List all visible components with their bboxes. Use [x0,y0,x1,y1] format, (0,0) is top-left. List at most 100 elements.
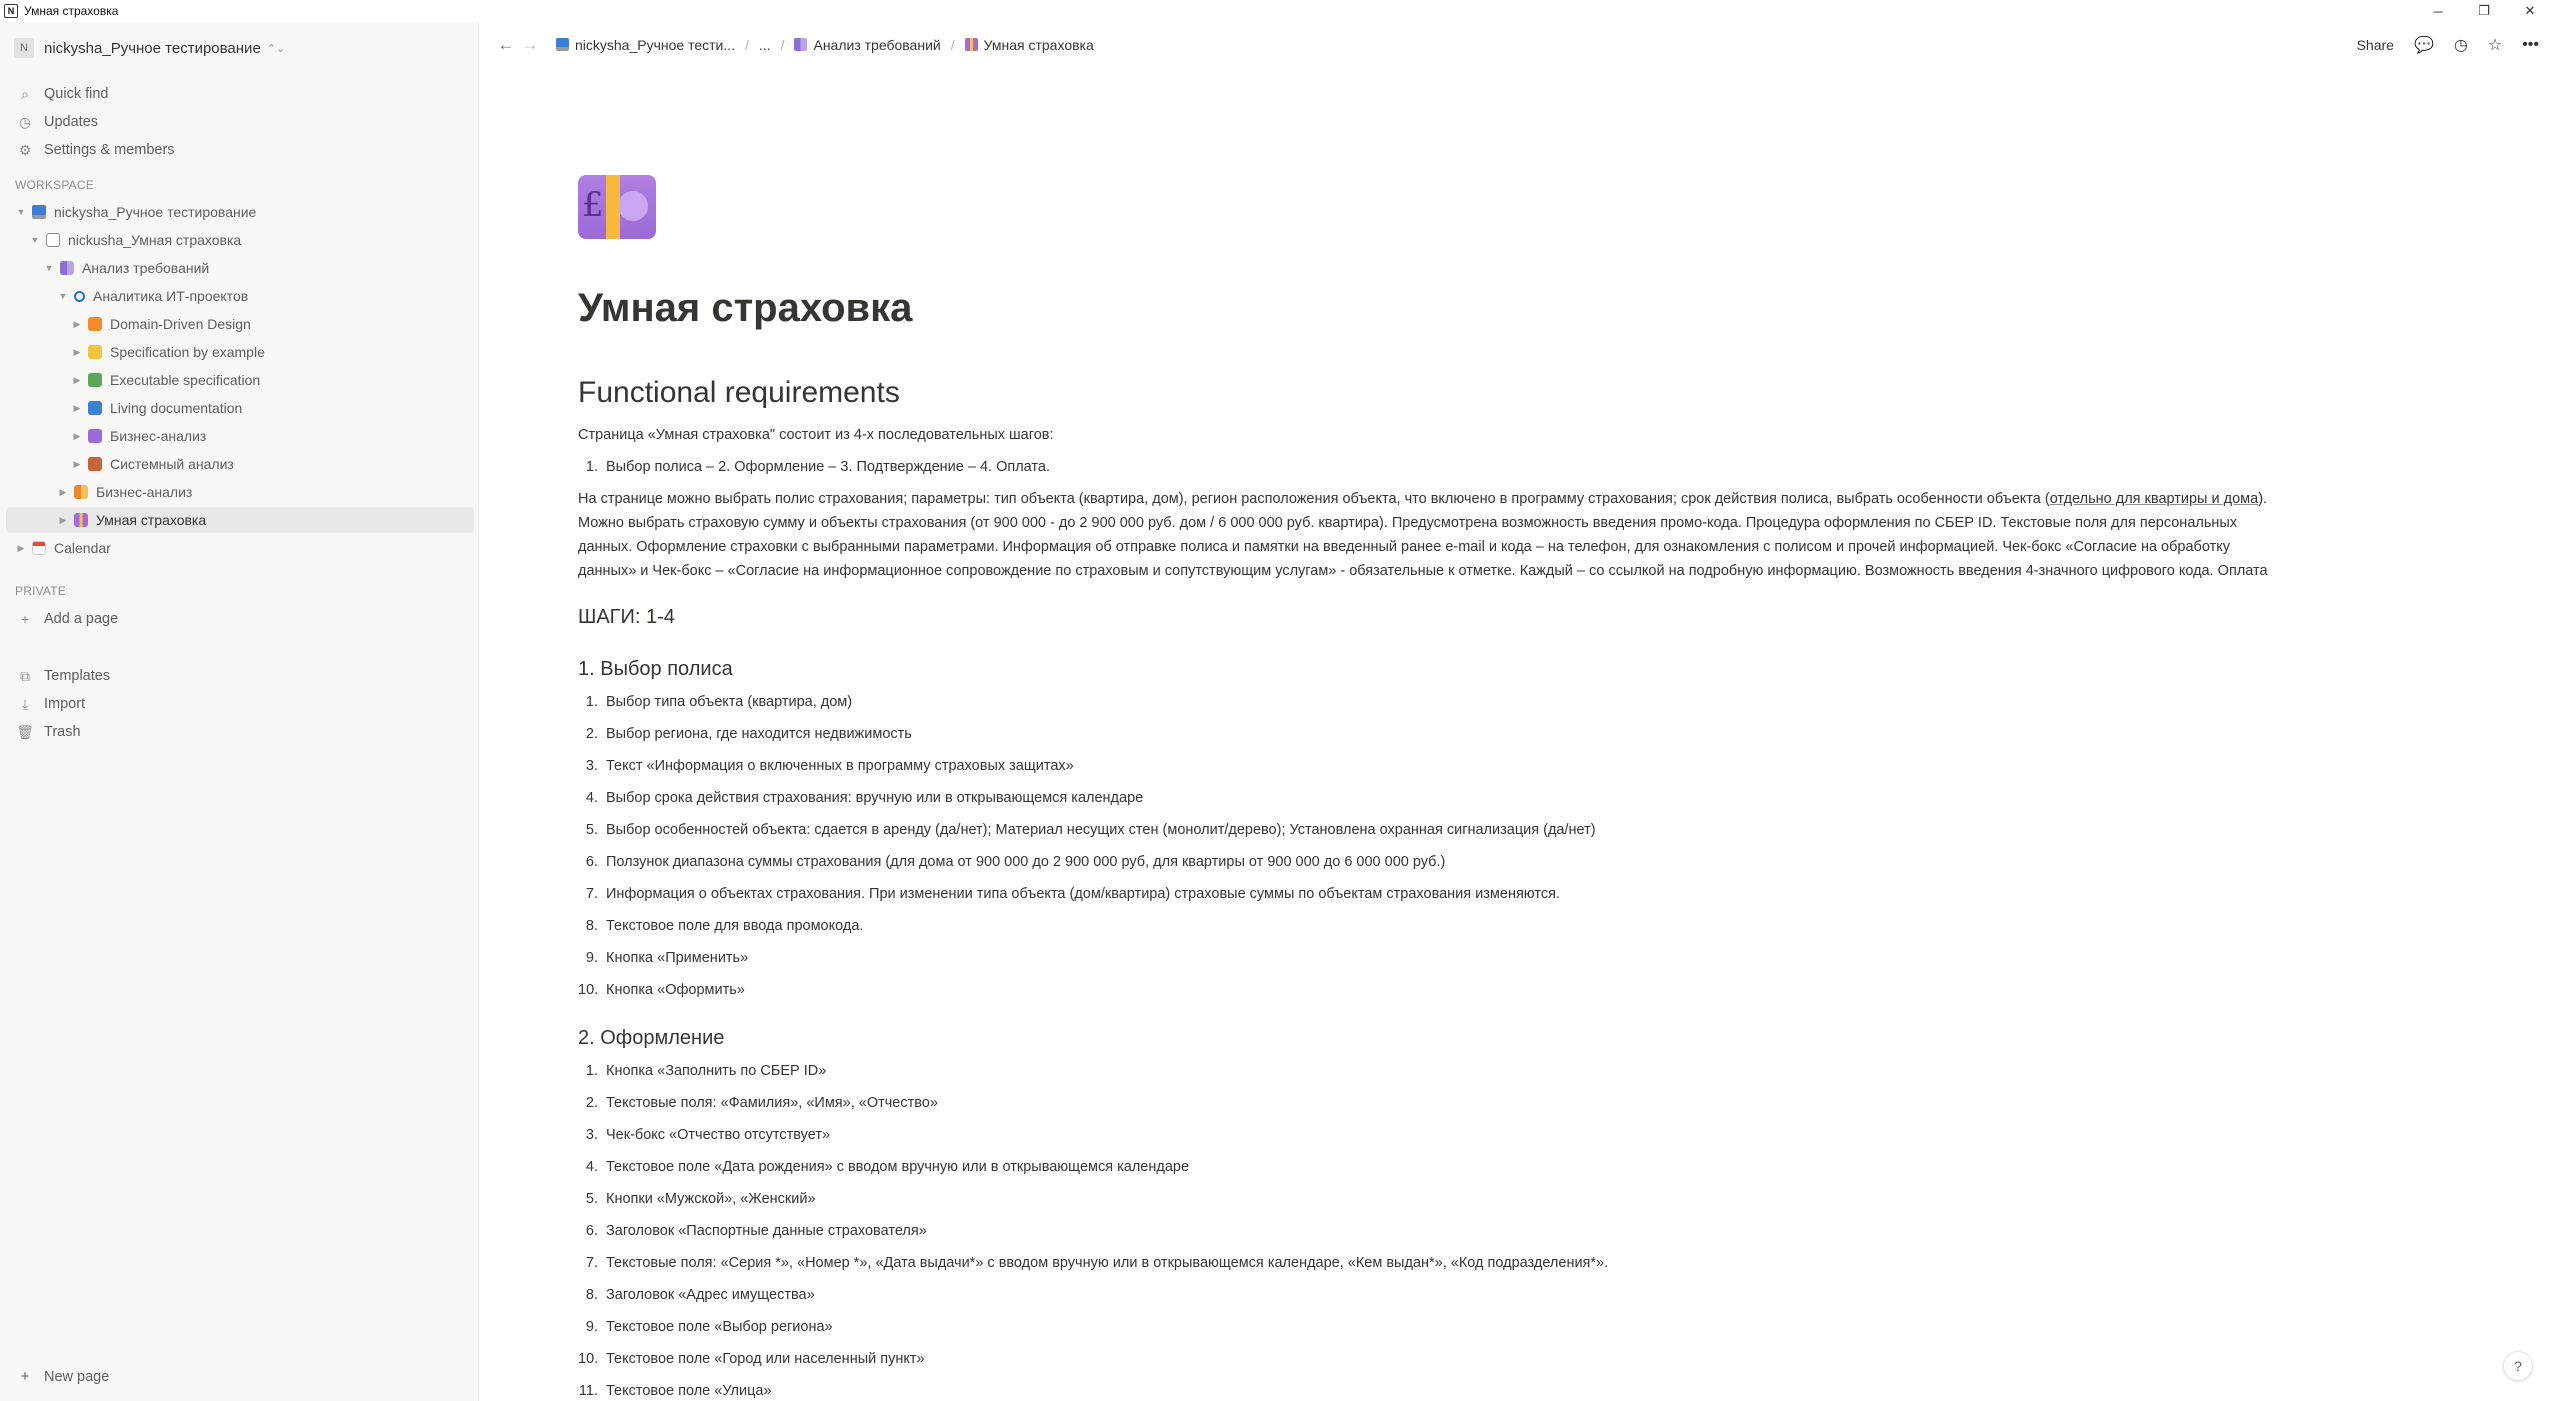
list-item[interactable]: 4. Выбор срока действия страхования: вруч… [578,782,1596,814]
list-item[interactable]: 9. Кнопка «Применить» [578,942,1596,974]
plus-icon: + [20,1369,30,1385]
window-titlebar: N Умная страховка ─ ❐ ✕ [0,0,2553,22]
list-number: 10. [578,982,599,998]
list-item-text: Текстовое поле для ввода промокода. [606,918,864,934]
list-item[interactable]: 5. Выбор особенностей объекта: сдается в … [578,814,1596,846]
toggle-expanded-icon[interactable]: ▼ [14,207,28,217]
toggle-collapsed-icon[interactable]: ▶ [14,543,28,554]
sidebar-item-templates[interactable]: ⧉ Templates [6,663,474,689]
list-item-text: Кнопка «Заполнить по СБЕР ID» [606,1063,827,1079]
list-item[interactable]: 8. Текстовое поле для ввода промокода. [578,910,1596,942]
new-page-button[interactable]: + New page [6,1362,474,1392]
list-item[interactable]: 10. Текстовое поле «Город или населенный … [578,1343,1608,1375]
sidebar-item-import[interactable]: ⤓ Import [6,691,474,717]
sidebar-item-settings[interactable]: ⚙ Settings & members [6,137,474,163]
tree-item-domain-driven-design[interactable]: ▶ Domain-Driven Design [6,311,474,337]
sidebar-item-quick-find[interactable]: ⌕ Quick find [6,81,474,107]
list-item[interactable]: 10. Кнопка «Оформить» [578,974,1596,1006]
list-item[interactable]: 1. Кнопка «Заполнить по СБЕР ID» [578,1055,1608,1087]
breadcrumb-item-current[interactable]: Умная страховка [964,37,1094,53]
tree-item-biznes-analiz[interactable]: ▶ Бизнес-анализ [6,479,474,505]
list-item[interactable]: 3. Чек-бокс «Отчество отсутствует» [578,1119,1608,1151]
tree-item-executable-specification[interactable]: ▶ Executable specification [6,367,474,393]
money-icon[interactable]: £ [578,175,656,239]
list-item[interactable]: 3. Текст «Информация о включенных в прогр… [578,750,1596,782]
list-item[interactable]: 11. Текстовое поле «Улица» [578,1375,1608,1401]
intro-paragraph[interactable]: Страница «Умная страховка" состоит из 4-… [578,423,2458,447]
list-item[interactable]: 1. Выбор типа объекта (квартира, дом) [578,686,1596,718]
tree-item-analiz-trebovaniy[interactable]: ▼ Анализ требований [6,255,474,281]
add-page-button[interactable]: + Add a page [6,606,474,632]
toggle-expanded-icon[interactable]: ▼ [56,291,70,301]
toggle-collapsed-icon[interactable]: ▶ [56,487,70,498]
list-item[interactable]: 2. Текстовые поля: «Фамилия», «Имя», «Отч… [578,1087,1608,1119]
list-item[interactable]: 6. Заголовок «Паспортные данные страховат… [578,1215,1608,1247]
list-item[interactable]: 8. Заголовок «Адрес имущества» [578,1279,1608,1311]
tree-item-umnaya-strakhovka-doc[interactable]: ▼ nickusha_Умная страховка [6,227,474,253]
tree-item-sistemny-analiz[interactable]: ▶ Системный анализ [6,451,474,477]
heading-functional-requirements[interactable]: Functional requirements [578,376,900,410]
tree-item-umnaya-strakhovka[interactable]: ▶ Умная страховка [6,507,474,533]
toggle-collapsed-icon[interactable]: ▶ [70,375,84,386]
toggle-collapsed-icon[interactable]: ▶ [70,459,84,470]
tree-item-biznes-analiz-sub[interactable]: ▶ Бизнес-анализ [6,423,474,449]
description-text: Можно выбрать страховую сумму и объекты … [578,515,2238,531]
toggle-expanded-icon[interactable]: ▼ [28,235,42,245]
list-item[interactable]: 2. Выбор региона, где находится недвижимо… [578,718,1596,750]
calendar-icon [32,541,46,555]
list-item[interactable]: 7. Текстовые поля: «Серия *», «Номер *», … [578,1247,1608,1279]
tree-item-specification-by-example[interactable]: ▶ Specification by example [6,339,474,365]
list-item-text: Текстовые поля: «Серия *», «Номер *», «Д… [606,1255,1609,1271]
heading-steps[interactable]: ШАГИ: 1-4 [578,606,675,629]
comment-icon[interactable]: 💬 [2414,35,2434,55]
list-number: 4. [585,790,598,806]
list-item[interactable]: 1. Выбор полиса – 2. Оформление – 3. Подт… [578,451,1050,483]
list-item[interactable]: 4. Текстовое поле «Дата рождения» с вводо… [578,1151,1608,1183]
intro-list: 1. Выбор полиса – 2. Оформление – 3. Подт… [578,451,1050,483]
sidebar-item-trash[interactable]: 🗑 Trash [6,719,474,745]
heading-step2[interactable]: 2. Оформление [578,1027,724,1050]
templates-icon: ⧉ [20,667,30,684]
list-item[interactable]: 6. Ползунок диапазона суммы страхования (… [578,846,1596,878]
breadcrumb-item-analiz[interactable]: Анализ требований [794,37,941,53]
description-paragraph[interactable]: На странице можно выбрать полис страхова… [578,487,2478,583]
close-icon[interactable]: ✕ [2507,0,2553,22]
restore-icon[interactable]: ❐ [2461,0,2507,22]
sidebar-item-label: Updates [44,114,99,130]
toggle-collapsed-icon[interactable]: ▶ [70,431,84,442]
tree-item-analitika-it[interactable]: ▼ Аналитика ИТ-проектов [6,283,474,309]
description-link[interactable]: отдельно для квартиры и дома [2050,491,2259,507]
more-dots-icon[interactable]: ••• [2522,36,2539,54]
sidebar-item-updates[interactable]: ◷ Updates [6,109,474,135]
tree-item-label: nickusha_Умная страховка [68,232,242,248]
list-item[interactable]: 7. Информация о объектах страхования. При… [578,878,1596,910]
toggle-collapsed-icon[interactable]: ▶ [56,515,70,526]
list-item[interactable]: 9. Текстовое поле «Выбор региона» [578,1311,1608,1343]
star-icon[interactable]: ☆ [2488,35,2502,55]
tree-item-living-documentation[interactable]: ▶ Living documentation [6,395,474,421]
tree-item-workspace-root[interactable]: ▼ nickysha_Ручное тестирование [6,199,474,225]
breadcrumb-item-ellipsis[interactable]: ... [759,37,771,53]
history-clock-icon[interactable]: ◷ [2454,35,2468,55]
toggle-collapsed-icon[interactable]: ▶ [70,319,84,330]
page-title[interactable]: Умная страховка [578,286,912,331]
toggle-collapsed-icon[interactable]: ▶ [70,403,84,414]
heading-step1[interactable]: 1. Выбор полиса [578,658,733,681]
list-item-text: Текстовое поле «Выбор региона» [606,1319,833,1335]
breadcrumb-item-workspace[interactable]: nickysha_Ручное тести... [556,37,735,53]
list-number: 2. [585,1095,598,1111]
forward-arrow-icon[interactable]: → [518,35,542,55]
minimize-icon[interactable]: ─ [2415,0,2461,22]
list-item[interactable]: 5. Кнопки «Мужской», «Женский» [578,1183,1608,1215]
description-text: данных» и Чек-бокс – «Согласие на информ… [578,563,2268,579]
help-button[interactable]: ? [2503,1351,2533,1381]
tree-item-calendar[interactable]: ▶ Calendar [6,535,474,561]
tree-item-label: Specification by example [110,344,265,360]
toggle-collapsed-icon[interactable]: ▶ [70,347,84,358]
breadcrumb-separator: / [745,37,749,53]
back-arrow-icon[interactable]: ← [494,35,518,55]
toggle-expanded-icon[interactable]: ▼ [42,263,56,273]
workspace-switcher[interactable]: N nickysha_Ручное тестирование ⌃⌄ [14,34,285,62]
list-number: 1. [585,459,598,475]
share-button[interactable]: Share [2357,37,2394,53]
